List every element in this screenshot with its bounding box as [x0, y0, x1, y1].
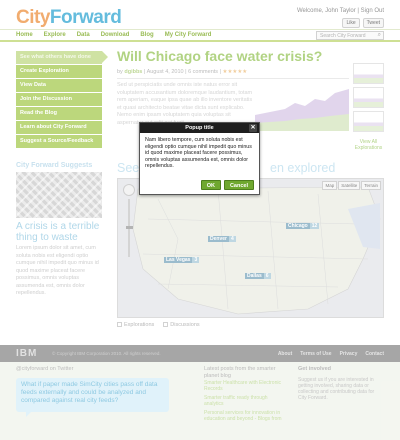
popup-body: Nam libero tempore, cum soluta nobis est…	[145, 137, 252, 169]
close-icon[interactable]: ✕	[249, 124, 257, 132]
modal-overlay[interactable]	[0, 0, 400, 440]
cancel-button[interactable]: Cancel	[223, 180, 254, 190]
popup-buttons: OK Cancel	[200, 180, 254, 190]
popup-dialog: Popup title ✕ Nam libero tempore, cum so…	[139, 122, 260, 195]
popup-title: Popup title	[185, 125, 214, 131]
popup-header: Popup title ✕	[140, 123, 259, 133]
ok-button[interactable]: OK	[200, 180, 221, 190]
